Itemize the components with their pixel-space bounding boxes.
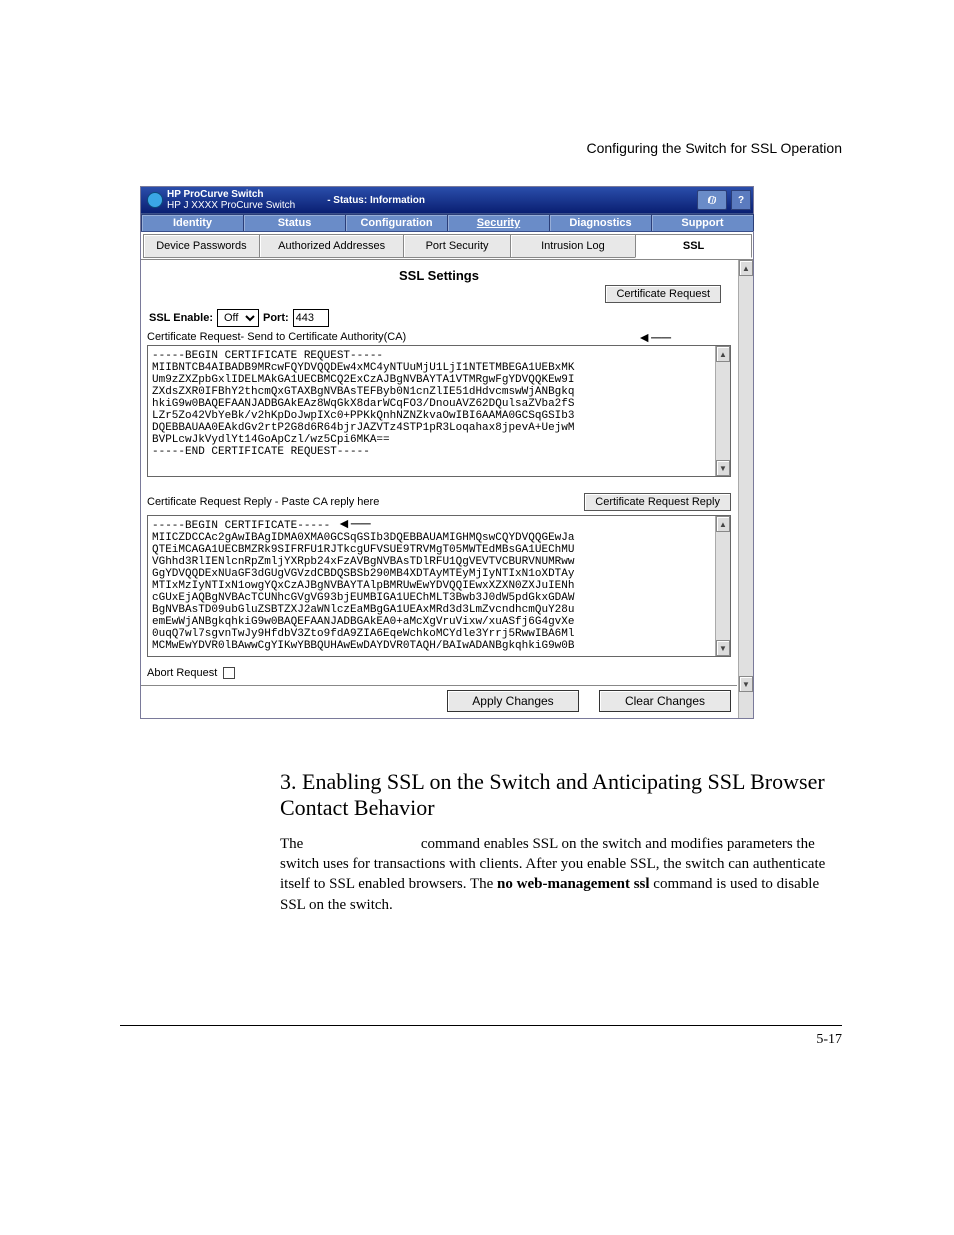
help-icon[interactable]: ? — [731, 190, 751, 210]
tab-support[interactable]: Support — [651, 214, 754, 231]
primary-tab-row: Identity Status Configuration Security D… — [141, 213, 753, 231]
tab-status[interactable]: Status — [243, 214, 346, 231]
cert-reply-textarea[interactable] — [148, 516, 715, 656]
ssl-settings-panel: SSL Settings Certificate Request SSL Ena… — [141, 260, 737, 685]
tab-port-security[interactable]: Port Security — [403, 234, 510, 258]
tab-security[interactable]: Security — [447, 214, 550, 231]
section-heading: 3. Enabling SSL on the Switch and Antici… — [280, 769, 874, 822]
scroll-down-icon[interactable]: ▼ — [716, 460, 730, 476]
scroll-down-icon[interactable]: ▼ — [716, 640, 730, 656]
arrow-icon: ◄── — [637, 329, 671, 345]
port-label: Port: — [263, 312, 289, 324]
scroll-up-icon[interactable]: ▲ — [739, 260, 753, 276]
scrollbar[interactable]: ▲ ▼ — [715, 516, 730, 656]
secondary-tab-row: Device Passwords Authorized Addresses Po… — [141, 231, 753, 260]
page-number: 5-17 — [120, 1025, 842, 1048]
hp-logo-icon — [697, 190, 727, 210]
tab-diagnostics[interactable]: Diagnostics — [549, 214, 652, 231]
outer-scrollbar[interactable]: ▲ ▼ — [738, 260, 753, 718]
para-pre: The — [280, 836, 307, 852]
abort-request-label: Abort Request — [147, 667, 217, 679]
status-info: - Status: Information — [327, 195, 425, 206]
footer-bar: Apply Changes Clear Changes — [141, 685, 737, 718]
window-titlebar: HP ProCurve Switch HP J XXXX ProCurve Sw… — [141, 187, 753, 213]
window-title: HP ProCurve Switch HP J XXXX ProCurve Sw… — [167, 189, 295, 211]
port-input[interactable] — [293, 309, 329, 327]
cert-reply-textarea-wrap: ▲ ▼ — [147, 515, 731, 657]
cert-request-textarea[interactable] — [148, 346, 715, 476]
scroll-up-icon[interactable]: ▲ — [716, 346, 730, 362]
para-bold: no web-management ssl — [497, 876, 650, 892]
page-header-right: Configuring the Switch for SSL Operation — [120, 140, 842, 156]
tab-authorized-addresses[interactable]: Authorized Addresses — [259, 234, 405, 258]
panel-title: SSL Settings — [399, 268, 479, 283]
scroll-up-icon[interactable]: ▲ — [716, 516, 730, 532]
certificate-request-reply-button[interactable]: Certificate Request Reply — [584, 493, 731, 511]
ssl-enable-row: SSL Enable: Off Port: — [149, 309, 731, 327]
body-paragraph: The command enables SSL on the switch an… — [280, 834, 844, 915]
tab-configuration[interactable]: Configuration — [345, 214, 448, 231]
ssl-enable-select[interactable]: Off — [217, 309, 259, 327]
title-line1: HP ProCurve Switch — [167, 189, 264, 200]
ssl-enable-label: SSL Enable: — [149, 312, 213, 324]
title-line2: HP J XXXX ProCurve Switch — [167, 200, 295, 211]
cert-request-textarea-wrap: ▲ ▼ — [147, 345, 731, 477]
reply-caption: Certificate Request Reply - Paste CA rep… — [147, 496, 379, 508]
tab-identity[interactable]: Identity — [141, 214, 244, 231]
abort-request-checkbox[interactable] — [223, 667, 235, 679]
certificate-request-button[interactable]: Certificate Request — [605, 285, 721, 303]
tab-ssl[interactable]: SSL — [635, 234, 752, 258]
clear-changes-button[interactable]: Clear Changes — [599, 690, 731, 712]
apply-changes-button[interactable]: Apply Changes — [447, 690, 579, 712]
globe-icon — [147, 192, 163, 208]
ca-caption: Certificate Request- Send to Certificate… — [147, 331, 406, 343]
arrow-icon: ◄── — [337, 515, 371, 531]
tab-intrusion-log[interactable]: Intrusion Log — [510, 234, 636, 258]
embedded-screenshot: HP ProCurve Switch HP J XXXX ProCurve Sw… — [140, 186, 754, 719]
scrollbar[interactable]: ▲ ▼ — [715, 346, 730, 476]
scroll-down-icon[interactable]: ▼ — [739, 676, 753, 692]
tab-device-passwords[interactable]: Device Passwords — [143, 234, 260, 258]
